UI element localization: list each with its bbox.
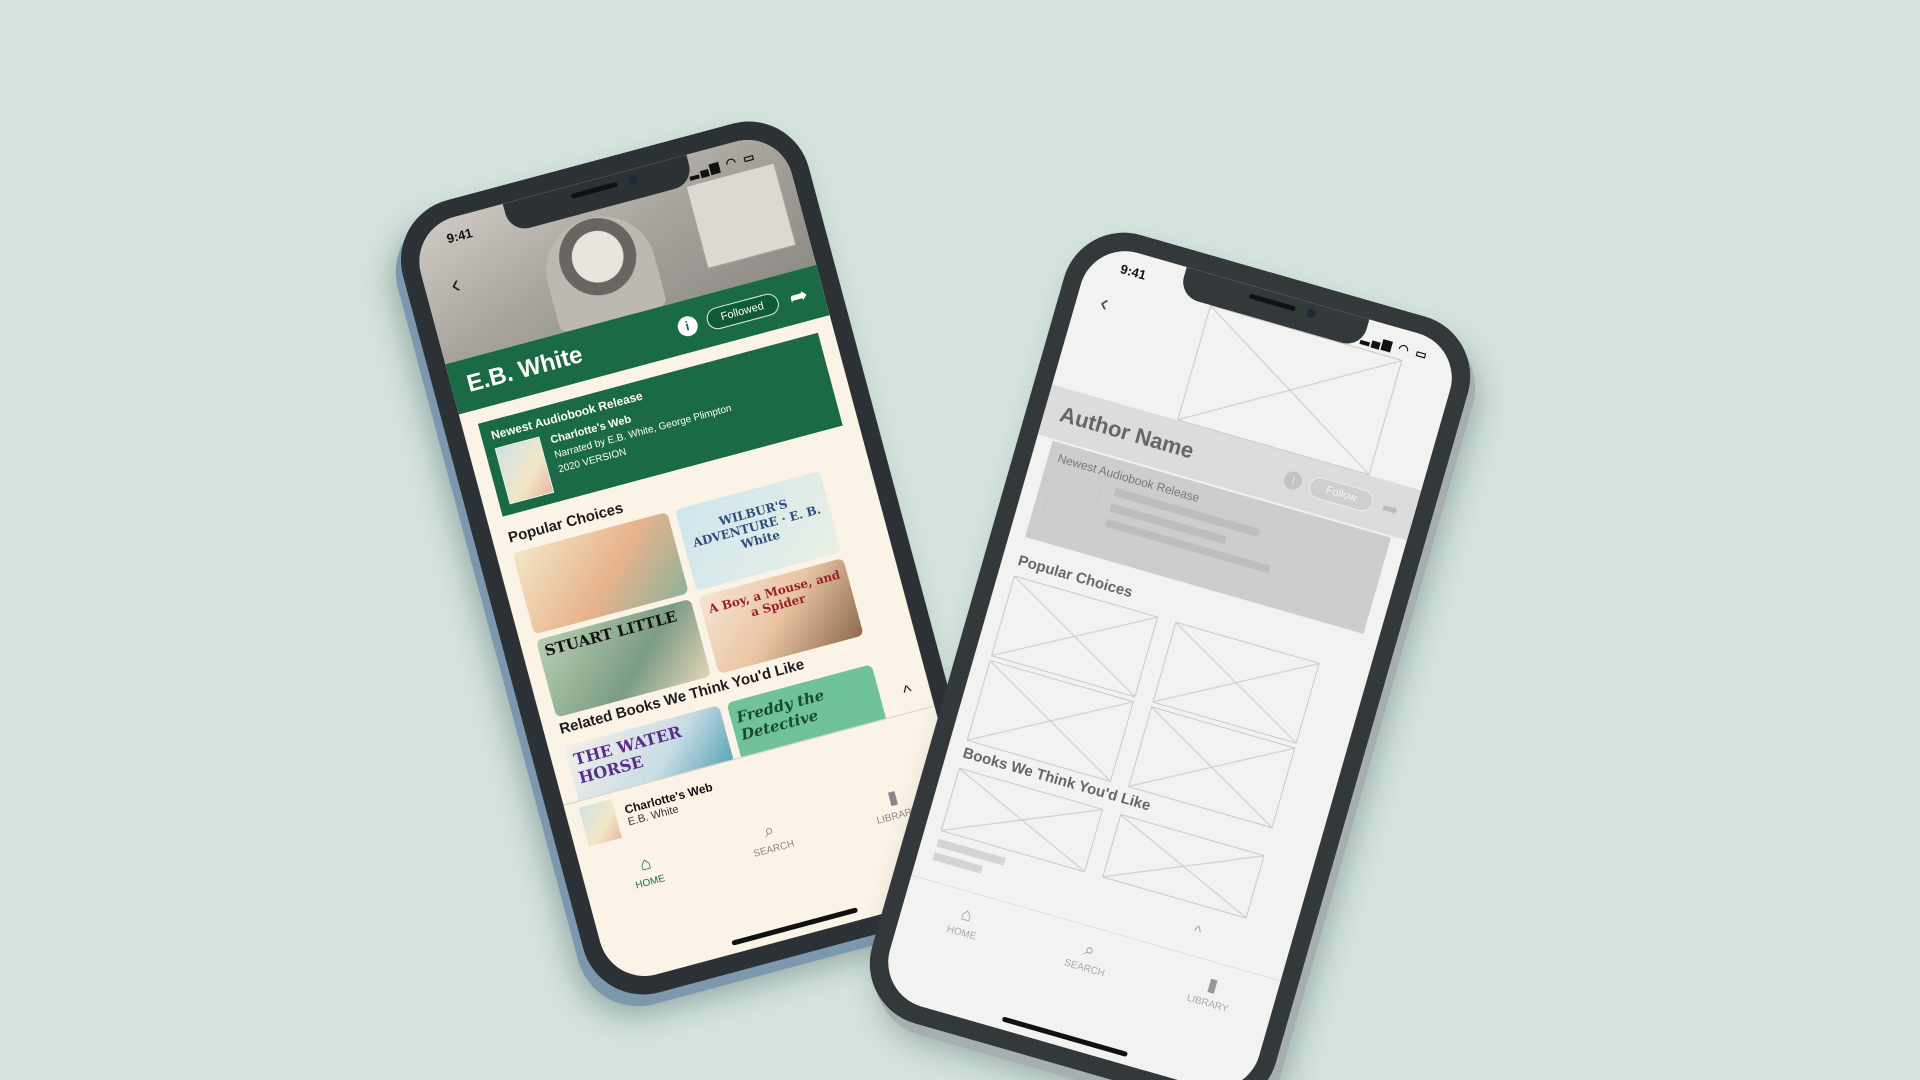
tab-search[interactable]: ⌕ SEARCH (1033, 929, 1131, 1025)
share-icon[interactable]: ➦ (1379, 494, 1402, 523)
tab-home[interactable]: ⌂ HOME (910, 894, 1008, 990)
mute-switch (418, 361, 435, 402)
tab-library[interactable]: ▮ LIBRARY (1156, 964, 1254, 1060)
follow-button[interactable]: Follow (1306, 474, 1377, 515)
cover-placeholder (1039, 470, 1103, 539)
share-icon[interactable]: ➦ (786, 282, 811, 312)
home-indicator[interactable] (731, 907, 859, 946)
mini-player-cover (578, 798, 622, 847)
charlottes-web-cover (494, 436, 555, 505)
chevron-up-icon[interactable]: ^ (901, 681, 915, 703)
followed-button[interactable]: Followed (703, 291, 781, 332)
wireframe-screen: 9:41 ▂▄▆ ◠ ▭ ‹ Author Name i Follow ➦ Ne… (877, 240, 1463, 1080)
phone-frame: 9:41 ▂▄▆ ◠ ▭ ‹ Author Name i Follow ➦ Ne… (855, 217, 1485, 1080)
wireframe-phone: 9:41 ▂▄▆ ◠ ▭ ‹ Author Name i Follow ➦ Ne… (855, 217, 1485, 1080)
power-button (1401, 545, 1432, 634)
tab-home[interactable]: ⌂ HOME (604, 844, 701, 938)
book-placeholder[interactable] (1102, 813, 1265, 919)
volume-down-button (454, 498, 479, 569)
tab-search[interactable]: ⌕ SEARCH (728, 810, 825, 904)
volume-up-button (433, 419, 458, 489)
chevron-up-icon[interactable]: ^ (1191, 923, 1203, 942)
